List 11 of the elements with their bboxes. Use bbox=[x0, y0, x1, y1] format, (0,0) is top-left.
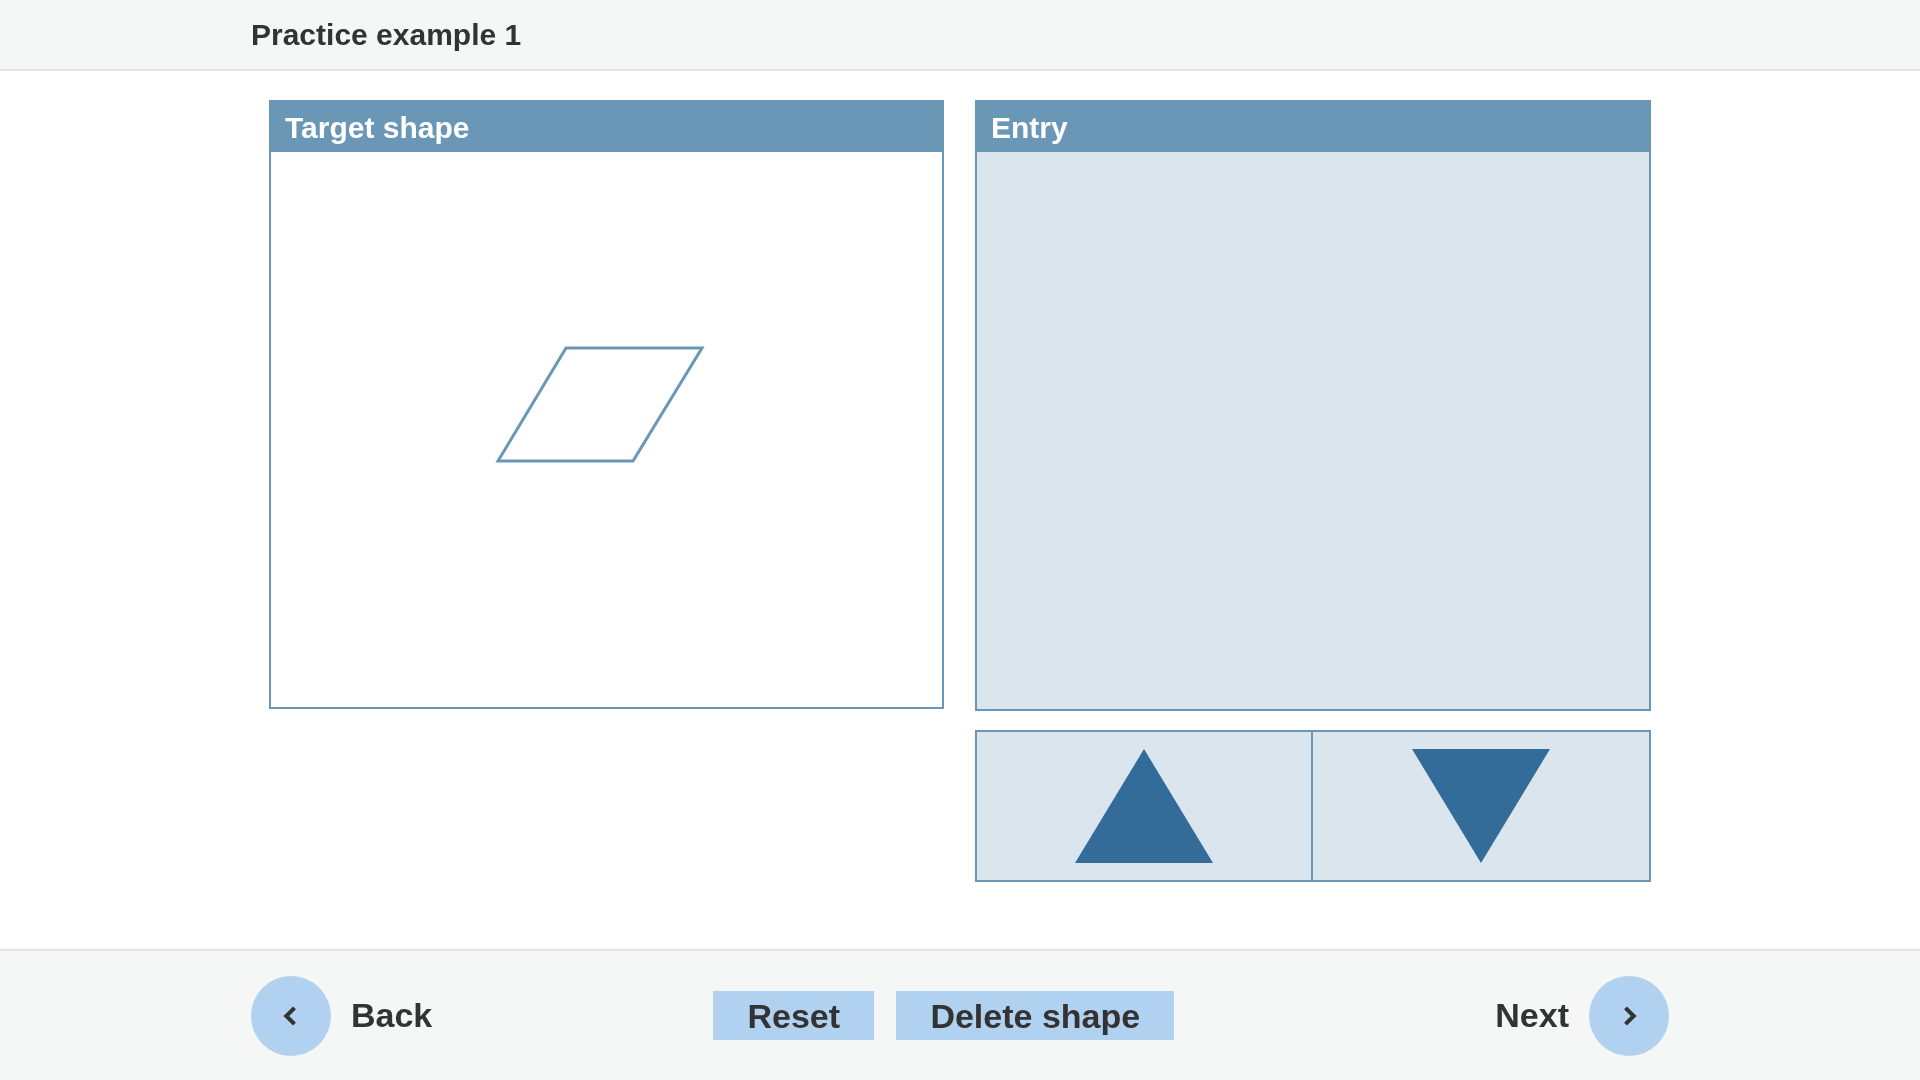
up-triangle-icon bbox=[1075, 749, 1213, 863]
delete-shape-button[interactable]: Delete shape bbox=[896, 991, 1175, 1040]
panel-title: Entry bbox=[991, 109, 1068, 146]
down-button[interactable] bbox=[1313, 730, 1651, 882]
panel-title: Target shape bbox=[285, 109, 470, 146]
next-button[interactable]: Next bbox=[1495, 975, 1669, 1056]
page-title: Practice example 1 bbox=[251, 17, 522, 53]
down-triangle-icon bbox=[1412, 749, 1550, 863]
up-button[interactable] bbox=[975, 730, 1313, 882]
back-button[interactable]: Back bbox=[251, 975, 433, 1056]
reset-button[interactable]: Reset bbox=[713, 991, 875, 1040]
